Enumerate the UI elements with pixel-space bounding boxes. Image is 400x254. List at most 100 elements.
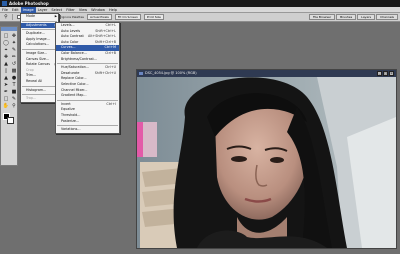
background-color-swatch[interactable] xyxy=(7,117,14,124)
gradient-tool-icon[interactable]: ▩ xyxy=(10,67,18,74)
menu-select[interactable]: Select xyxy=(49,7,64,13)
path-selection-tool-icon[interactable]: ➤ xyxy=(2,81,10,88)
app-title: Adobe Photoshop xyxy=(9,1,49,6)
menu-item-label: Trap... xyxy=(26,96,37,101)
hand-tool-icon[interactable]: ✋ xyxy=(2,102,10,109)
menu-item-label: Equalize xyxy=(61,107,75,112)
zoom-tool-icon: ⚲ xyxy=(4,14,8,20)
menu-item-label: Histogram... xyxy=(26,87,47,92)
color-swatches xyxy=(1,113,17,125)
close-button[interactable]: × xyxy=(389,71,394,76)
menu-image[interactable]: Image xyxy=(20,6,36,13)
menu-item-label: Rotate Canvas xyxy=(26,62,50,67)
menu-item-label: Gradient Map... xyxy=(61,93,87,98)
menu-item-label: Trim... xyxy=(26,73,37,78)
menu-help[interactable]: Help xyxy=(107,7,119,13)
marquee-tool-icon[interactable]: □ xyxy=(2,32,10,39)
menu-file[interactable]: File xyxy=(0,7,10,13)
brush-tool-icon[interactable]: ✏ xyxy=(10,53,18,60)
dodge-tool-icon[interactable]: ● xyxy=(10,74,18,81)
image-menu-item-reveal-all[interactable]: Reveal All xyxy=(21,79,58,85)
menu-item-label: Levels... xyxy=(61,23,75,27)
menu-filter[interactable]: Filter xyxy=(64,7,77,13)
menu-item-label: Brightness/Contrast... xyxy=(61,56,97,61)
menu-item-label: Posterize... xyxy=(61,118,80,123)
menu-layer[interactable]: Layer xyxy=(36,7,50,13)
menu-separator xyxy=(57,63,118,65)
menu-item-label: Color Balance... xyxy=(61,50,87,55)
menu-item-label: Curves... xyxy=(61,45,76,50)
menu-item-label: Crop xyxy=(26,67,34,72)
menu-window[interactable]: Window xyxy=(89,7,107,13)
menu-item-label: Invert xyxy=(61,101,71,106)
actual-pixels-button[interactable]: Actual Pixels xyxy=(87,14,112,20)
tab-file-browser[interactable]: File Browser xyxy=(308,14,336,20)
crop-tool-icon[interactable]: ⌖ xyxy=(2,46,10,53)
menu-item-label: Reveal All xyxy=(26,78,43,83)
adjustments-menu-item-posterize[interactable]: Posterize... xyxy=(56,119,119,125)
fit-on-screen-button[interactable]: Fit On Screen xyxy=(114,14,141,20)
menu-separator xyxy=(57,125,118,127)
shape-tool-icon[interactable]: ■ xyxy=(10,88,18,95)
toolbox: □ ✥ ◯ ✦ ⌖ ✎ ✚ ✏ ▲ ↺ ▯ ▩ ▲ ● ➤ T ✒ ■ □ ✎ … xyxy=(0,26,18,166)
image-menu-item-calculations[interactable]: Calculations... xyxy=(21,42,58,48)
menu-item-label: Hue/Saturation... xyxy=(61,65,90,70)
photo-portrait xyxy=(137,77,396,248)
image-menu-item-mode[interactable]: Mode ▶ xyxy=(21,14,58,20)
menu-item-label: Adjustments xyxy=(26,22,47,27)
menu-view[interactable]: View xyxy=(77,7,89,13)
menu-separator xyxy=(57,99,118,101)
tab-channels[interactable]: Channels xyxy=(376,14,398,20)
document-icon xyxy=(139,72,143,75)
tab-brushes[interactable]: Brushes xyxy=(336,14,357,20)
maximize-button[interactable]: □ xyxy=(383,71,388,76)
menu-item-label: Auto Color xyxy=(61,39,79,44)
submenu-arrow-icon: ▶ xyxy=(54,14,57,18)
menu-separator xyxy=(22,48,57,50)
eraser-tool-icon[interactable]: ▯ xyxy=(2,67,10,74)
menu-item-label: Image Size... xyxy=(26,50,48,55)
history-brush-tool-icon[interactable]: ↺ xyxy=(10,60,18,67)
menu-separator xyxy=(22,94,57,96)
eyedropper-tool-icon[interactable]: ✎ xyxy=(10,95,18,102)
adjustments-submenu: Levels... Ctrl+L Auto Levels Shift+Ctrl+L Au… xyxy=(55,22,120,134)
blur-tool-icon[interactable]: ▲ xyxy=(2,74,10,81)
adjustments-menu-item-gradient-map[interactable]: Gradient Map... xyxy=(56,93,119,99)
menu-item-label: Replace Color... xyxy=(61,76,87,81)
menu-item-label: Calculations... xyxy=(26,42,50,47)
document-titlebar[interactable]: DSC_4054.jpg @ 100% (RGB) xyxy=(137,70,396,77)
menu-item-label: Selective Color... xyxy=(61,81,89,86)
adjustments-menu-item-variations[interactable]: Variations... xyxy=(56,127,119,133)
move-tool-icon[interactable]: ✥ xyxy=(10,32,18,39)
lasso-tool-icon[interactable]: ◯ xyxy=(2,39,10,46)
image-canvas[interactable] xyxy=(137,77,396,248)
menu-item-label: Auto Contrast xyxy=(61,34,84,39)
clone-stamp-tool-icon[interactable]: ▲ xyxy=(2,60,10,67)
ignore-palettes-label: Ignore Palettes xyxy=(61,15,84,19)
magic-wand-tool-icon[interactable]: ✦ xyxy=(10,39,18,46)
document-title: DSC_4054.jpg @ 100% (RGB) xyxy=(145,71,197,75)
minimize-button[interactable]: _ xyxy=(377,71,382,76)
print-size-button[interactable]: Print Size xyxy=(143,14,164,20)
menu-separator xyxy=(22,20,57,22)
adjustments-menu-item-brightness-contrast[interactable]: Brightness/Contrast... xyxy=(56,57,119,63)
palette-well: File Browser Brushes Layers Channels xyxy=(308,14,398,20)
healing-brush-tool-icon[interactable]: ✚ xyxy=(2,53,10,60)
slice-tool-icon[interactable]: ✎ xyxy=(10,46,18,53)
notes-tool-icon[interactable]: □ xyxy=(2,95,10,102)
menu-item-label: Auto Levels xyxy=(61,28,81,33)
menu-separator xyxy=(22,29,57,31)
tab-layers[interactable]: Layers xyxy=(357,14,376,20)
pen-tool-icon[interactable]: ✒ xyxy=(2,88,10,95)
menu-item-label: Desaturate xyxy=(61,70,80,75)
menu-item-label: Channel Mixer... xyxy=(61,87,88,92)
menu-item-label: Threshold... xyxy=(61,112,81,117)
zoom-tool-icon[interactable]: ⚲ xyxy=(10,102,18,109)
image-document-window: DSC_4054.jpg @ 100% (RGB) _ □ × xyxy=(136,69,397,249)
menu-item-label: Variations... xyxy=(61,127,81,132)
image-menu-item-histogram[interactable]: Histogram... xyxy=(21,88,58,94)
image-menu-dropdown: Mode ▶ Adjustments▶ Duplicate...Apply Image… xyxy=(20,13,59,103)
image-menu-item-adjustments[interactable]: Adjustments▶ xyxy=(21,22,58,29)
menu-edit[interactable]: Edit xyxy=(10,7,21,13)
type-tool-icon[interactable]: T xyxy=(10,81,18,88)
